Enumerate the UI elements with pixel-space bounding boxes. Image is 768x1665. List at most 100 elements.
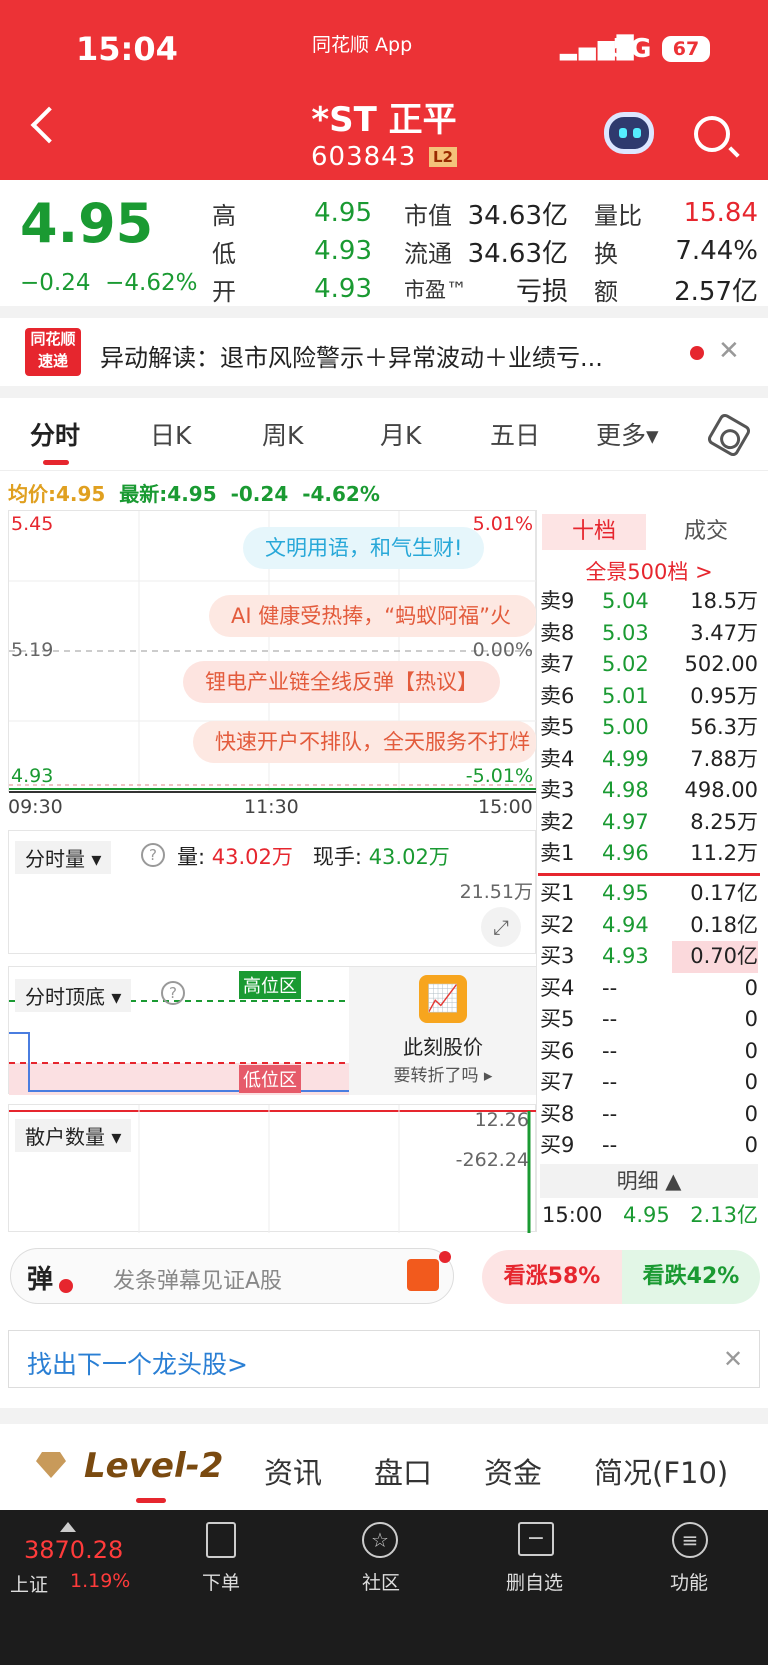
app-header: 15:04 同花顺 App ▂▄▆█ 5G 67 *ST 正平 603843 L… xyxy=(0,0,768,180)
nav-order[interactable]: 下单 xyxy=(202,1568,240,1595)
level-price: -- xyxy=(602,1007,618,1031)
level2-badge: L2 xyxy=(429,147,457,167)
level-label: 卖5 xyxy=(540,715,575,739)
nav-community[interactable]: 社区 xyxy=(362,1568,400,1595)
news-text[interactable]: 异动解读：退市风险警示＋异常波动＋业绩亏... xyxy=(100,338,603,373)
tab-ten-levels[interactable]: 十档 xyxy=(542,514,646,550)
tab-trades[interactable]: 成交 xyxy=(654,514,758,550)
tab-five-day[interactable]: 五日 xyxy=(490,416,540,452)
level-label: 买1 xyxy=(540,881,575,905)
nav-functions[interactable]: 功能 xyxy=(670,1568,708,1595)
danmu-bubble[interactable]: 文明用语，和气生财! xyxy=(243,527,485,569)
tab-orderflow[interactable]: 盘口 xyxy=(374,1450,432,1492)
level-label: 卖6 xyxy=(540,683,575,708)
ask-row[interactable]: 卖8 5.03 3.47万 xyxy=(538,618,760,650)
index-pct: 1.19% xyxy=(70,1570,131,1592)
nav-remove-watchlist[interactable]: 删自选 xyxy=(506,1568,563,1595)
level-volume: 498.00 xyxy=(684,778,758,802)
ask-row[interactable]: 卖6 5.01 0.95万 xyxy=(538,681,760,713)
retail-dropdown[interactable]: 散户数量 ▾ xyxy=(15,1119,132,1152)
battery-icon: 67 xyxy=(662,36,710,62)
pct-axis-top: 5.01% xyxy=(472,513,533,535)
level-label: 买6 xyxy=(540,1038,575,1063)
expand-icon[interactable]: ⤢ xyxy=(481,907,521,947)
tab-funds[interactable]: 资金 xyxy=(484,1450,542,1492)
tab-level2[interactable]: Level-2 xyxy=(84,1446,223,1486)
ask-row[interactable]: 卖2 4.97 8.25万 xyxy=(538,807,760,839)
level-label: 买9 xyxy=(540,1133,575,1157)
close-icon[interactable]: ✕ xyxy=(718,336,740,366)
bid-row[interactable]: 买9 -- 0 xyxy=(538,1130,760,1162)
ask-row[interactable]: 卖5 5.00 56.3万 xyxy=(538,712,760,744)
danmu-bubble[interactable]: AI 健康受热捧，“蚂蚁阿福”火 xyxy=(209,595,537,637)
level-volume: 56.3万 xyxy=(690,715,758,739)
help-icon[interactable]: ? xyxy=(161,981,185,1005)
tab-monthly-k[interactable]: 月K xyxy=(380,416,421,452)
level-label: 卖9 xyxy=(540,589,575,613)
danmu-bubble[interactable]: 快速开户不排队，全天服务不打烊 xyxy=(193,721,537,763)
high-zone-label: 高位区 xyxy=(239,971,301,999)
danmu-bubble[interactable]: 锂电产业链全线反弹【热议】 xyxy=(183,661,500,703)
bid-row[interactable]: 买5 -- 0 xyxy=(538,1004,760,1036)
tab-intraday[interactable]: 分时 xyxy=(30,416,80,452)
bid-row[interactable]: 买7 -- 0 xyxy=(538,1067,760,1099)
ask-row[interactable]: 卖7 5.02 502.00 xyxy=(538,649,760,681)
promo-banner[interactable]: 找出下一个龙头股> ✕ xyxy=(8,1330,760,1388)
network-type: 5G xyxy=(612,34,652,64)
diamond-icon xyxy=(36,1452,66,1478)
volume-dropdown[interactable]: 分时量 ▾ xyxy=(15,841,112,874)
settings-icon[interactable] xyxy=(705,411,753,459)
gift-icon[interactable] xyxy=(407,1259,439,1291)
community-icon[interactable]: ☆ xyxy=(362,1522,398,1558)
order-icon[interactable] xyxy=(206,1522,236,1558)
spread-divider xyxy=(538,873,760,876)
detail-toggle[interactable]: 明细 ▲ xyxy=(540,1164,758,1198)
level-volume: 18.5万 xyxy=(690,589,758,613)
news-logo: 同花顺 速递 xyxy=(25,328,81,376)
ask-row[interactable]: 卖9 5.04 18.5万 xyxy=(538,586,760,618)
ask-row[interactable]: 卖1 4.96 11.2万 xyxy=(538,838,760,870)
tab-news[interactable]: 资讯 xyxy=(264,1450,322,1492)
level-volume: 3.47万 xyxy=(690,620,758,645)
bull-button[interactable]: 看涨58% xyxy=(482,1250,622,1304)
level-label: 卖8 xyxy=(540,620,575,645)
barrage-input[interactable]: 弹 发条弹幕见证A股 xyxy=(10,1248,454,1304)
last-trade-row: 15:00 4.95 2.13亿 xyxy=(542,1203,758,1227)
menu-icon[interactable]: ≡ xyxy=(672,1522,708,1558)
bid-row[interactable]: 买3 4.93 0.70亿 xyxy=(538,941,760,973)
level-price: 4.96 xyxy=(602,841,649,865)
bid-row[interactable]: 买4 -- 0 xyxy=(538,973,760,1005)
expand-up-icon[interactable] xyxy=(60,1522,76,1532)
topbottom-dropdown[interactable]: 分时顶底 ▾ xyxy=(15,979,132,1012)
tab-weekly-k[interactable]: 周K xyxy=(262,416,303,452)
barrage-icon: 弹 xyxy=(27,1265,54,1295)
ask-row[interactable]: 卖4 4.99 7.88万 xyxy=(538,744,760,776)
tab-daily-k[interactable]: 日K xyxy=(150,416,191,452)
volume-axis-mid: 21.51万 xyxy=(459,881,533,903)
bid-row[interactable]: 买1 4.95 0.17亿 xyxy=(538,878,760,910)
full-depth-link[interactable]: 全景500档 > xyxy=(538,556,760,586)
level-label: 买3 xyxy=(540,944,575,968)
ask-row[interactable]: 卖3 4.98 498.00 xyxy=(538,775,760,807)
ai-assistant-icon[interactable] xyxy=(604,112,654,154)
search-icon[interactable] xyxy=(694,116,730,152)
chart-icon: 📈 xyxy=(419,975,467,1023)
level-volume: 0 xyxy=(744,1038,758,1063)
turning-point-promo[interactable]: 📈 此刻股价 要转折了吗 ▸ xyxy=(349,967,537,1095)
banner-text[interactable]: 找出下一个龙头股> xyxy=(27,1345,248,1381)
bear-button[interactable]: 看跌42% xyxy=(622,1250,760,1304)
bid-row[interactable]: 买8 -- 0 xyxy=(538,1099,760,1131)
remove-watchlist-icon[interactable]: − xyxy=(518,1522,554,1556)
bid-row[interactable]: 买6 -- 0 xyxy=(538,1036,760,1068)
level-label: 卖2 xyxy=(540,809,575,834)
tab-profile[interactable]: 简况(F10) xyxy=(594,1450,728,1492)
tab-more[interactable]: 更多▾ xyxy=(596,416,659,452)
bid-row[interactable]: 买2 4.94 0.18亿 xyxy=(538,910,760,942)
cap-column: 市值 34.63亿 流通 34.63亿 市盈™ 亏损 xyxy=(404,200,568,307)
help-icon[interactable]: ? xyxy=(141,843,165,867)
level-price: 4.98 xyxy=(602,778,649,802)
level-volume: 0.17亿 xyxy=(690,881,758,905)
intraday-chart[interactable]: 5.45 5.19 4.93 5.01% 0.00% -5.01% 文明用语，和… xyxy=(8,510,537,793)
index-value[interactable]: 3870.28 xyxy=(24,1536,123,1564)
close-icon[interactable]: ✕ xyxy=(723,1345,743,1373)
